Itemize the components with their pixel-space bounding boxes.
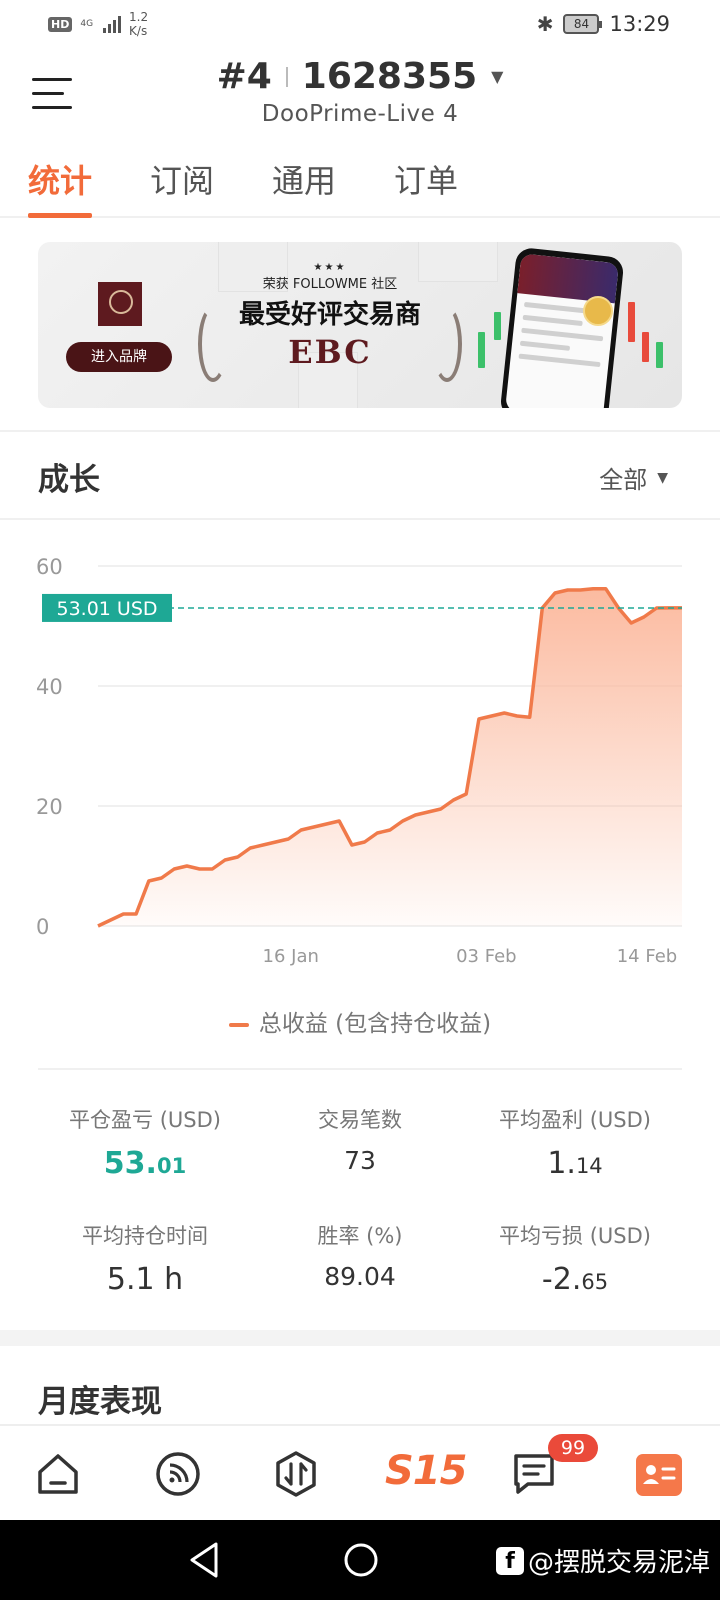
divider bbox=[0, 518, 720, 520]
trade-icon[interactable] bbox=[272, 1450, 320, 1498]
server-name: DooPrime-Live 4 bbox=[261, 101, 459, 127]
account-number: 1628355 bbox=[301, 56, 478, 97]
phone-illustration bbox=[499, 246, 625, 408]
network-speed: 1.2 K/s bbox=[129, 10, 149, 38]
ebc-logo bbox=[98, 282, 142, 326]
promo-banner[interactable]: 进入品牌 ★★★ 荣获 FOLLOWME 社区 最受好评交易商 EBC bbox=[38, 242, 682, 408]
back-icon[interactable] bbox=[186, 1540, 222, 1580]
clock: 13:29 bbox=[609, 12, 670, 36]
divider bbox=[0, 430, 720, 432]
y-tick-label: 20 bbox=[36, 795, 63, 819]
account-prefix: #4 bbox=[216, 56, 272, 97]
growth-chart: 0 20 40 60 53.01 USD 16 Jan 03 Feb 14 Feb bbox=[0, 530, 720, 990]
system-nav-bar: f @摆脱交易泥淖 bbox=[0, 1520, 720, 1600]
x-tick-label: 03 Feb bbox=[456, 946, 517, 967]
award-title: 最受好评交易商 bbox=[238, 300, 421, 330]
tab-general[interactable]: 通用 bbox=[272, 156, 336, 218]
signal-icon bbox=[103, 15, 122, 33]
watermark: f @摆脱交易泥淖 bbox=[495, 1542, 710, 1579]
battery-icon: 84 bbox=[563, 14, 603, 34]
tab-stats[interactable]: 统计 bbox=[28, 156, 93, 218]
tab-orders[interactable]: 订单 bbox=[394, 156, 458, 218]
award-block: ★★★ 荣获 FOLLOWME 社区 最受好评交易商 EBC bbox=[198, 262, 462, 382]
laurel-icon bbox=[432, 306, 462, 382]
stars-icon: ★★★ bbox=[313, 262, 347, 273]
home-icon[interactable] bbox=[34, 1450, 82, 1498]
feed-icon[interactable] bbox=[154, 1450, 202, 1498]
messages-badge: 99 bbox=[548, 1434, 598, 1462]
s15-button[interactable]: S15 bbox=[385, 1448, 467, 1494]
network-type: 4G bbox=[80, 18, 94, 29]
facebook-icon: f bbox=[495, 1546, 524, 1575]
tab-bar: 统计 订阅 通用 订单 bbox=[0, 156, 720, 218]
y-tick-label: 60 bbox=[36, 555, 63, 579]
enter-brand-button[interactable]: 进入品牌 bbox=[66, 342, 172, 372]
current-value-label: 53.01 USD bbox=[56, 598, 157, 620]
divider bbox=[38, 1068, 682, 1070]
laurel-icon bbox=[198, 306, 228, 382]
stat-closed-pl: 平仓盈亏 (USD) 53.01 bbox=[30, 1104, 260, 1181]
caret-down-icon[interactable]: ▼ bbox=[491, 67, 503, 86]
status-bar: HD 4G 1.2 K/s ✱ 84 13:29 bbox=[0, 0, 720, 50]
monthly-title: 月度表现 bbox=[38, 1384, 162, 1420]
legend-swatch bbox=[228, 1022, 249, 1027]
stat-value: -2.65 bbox=[541, 1262, 609, 1297]
y-tick-label: 40 bbox=[36, 675, 63, 699]
range-selector[interactable]: 全部 ▼ bbox=[599, 460, 668, 495]
bluetooth-icon: ✱ bbox=[536, 12, 554, 36]
x-tick-label: 14 Feb bbox=[617, 946, 678, 967]
medal-icon bbox=[583, 296, 613, 326]
stat-trade-count: 交易笔数 73 bbox=[245, 1104, 475, 1175]
stat-value: 5.1 h bbox=[106, 1262, 184, 1297]
stat-win-rate: 胜率 (%) 89.04 bbox=[245, 1220, 475, 1291]
stat-avg-profit: 平均盈利 (USD) 1.14 bbox=[460, 1104, 690, 1181]
chart-svg: 0 20 40 60 53.01 USD 16 Jan 03 Feb 14 Feb bbox=[36, 555, 682, 967]
brand-name: EBC bbox=[288, 333, 372, 371]
stat-avg-hold-time: 平均持仓时间 5.1 h bbox=[30, 1220, 260, 1297]
hd-badge: HD bbox=[48, 16, 73, 32]
profile-icon[interactable] bbox=[636, 1454, 682, 1496]
award-subtitle: 荣获 FOLLOWME 社区 bbox=[262, 277, 398, 292]
account-header[interactable]: #4 1628355 ▼ DooPrime-Live 4 bbox=[0, 56, 720, 127]
home-circle-icon[interactable] bbox=[342, 1540, 380, 1580]
series-area bbox=[98, 588, 682, 926]
app-screen: HD 4G 1.2 K/s ✱ 84 13:29 #4 1628355 ▼ Do… bbox=[0, 0, 720, 1600]
stat-value: 1.14 bbox=[547, 1146, 603, 1181]
y-tick-label: 0 bbox=[36, 915, 49, 939]
growth-title: 成长 bbox=[38, 462, 100, 498]
tab-active-indicator bbox=[28, 213, 93, 218]
caret-down-icon: ▼ bbox=[657, 469, 668, 486]
section-gap bbox=[0, 1330, 720, 1346]
tab-subscribe[interactable]: 订阅 bbox=[150, 156, 214, 218]
stat-value: 89.04 bbox=[324, 1262, 396, 1291]
bottom-nav: S15 99 bbox=[0, 1424, 720, 1520]
chart-legend[interactable]: 总收益 (包含持仓收益) bbox=[0, 1004, 720, 1038]
stat-avg-loss: 平均亏损 (USD) -2.65 bbox=[460, 1220, 690, 1297]
stat-value: 73 bbox=[344, 1146, 376, 1175]
x-tick-label: 16 Jan bbox=[263, 946, 319, 967]
divider bbox=[285, 66, 288, 87]
stat-value: 53.01 bbox=[103, 1146, 187, 1181]
